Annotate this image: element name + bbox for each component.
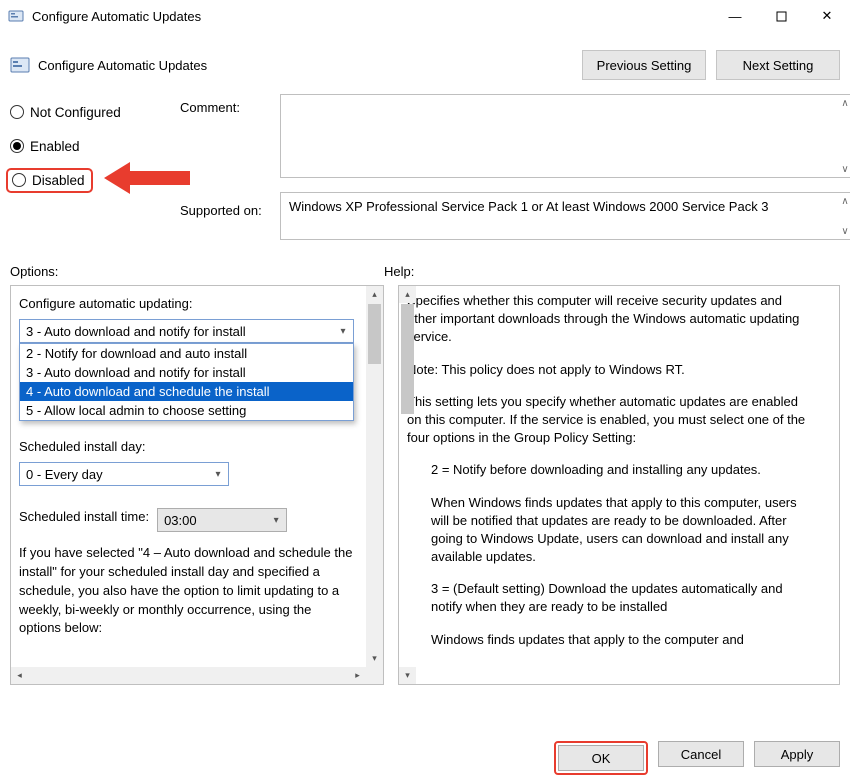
dialog-title: Configure Automatic Updates [38, 58, 207, 73]
next-setting-button[interactable]: Next Setting [716, 50, 840, 80]
help-text: Note: This policy does not apply to Wind… [407, 361, 814, 379]
configure-updating-combo[interactable]: 3 - Auto download and notify for install… [19, 319, 354, 343]
help-text: Specifies whether this computer will rec… [407, 292, 814, 347]
annotation-arrow [104, 158, 190, 198]
chevron-down-icon: ▾ [208, 469, 228, 480]
dropdown-option[interactable]: 5 - Allow local admin to choose setting [20, 401, 353, 420]
chevron-down-icon: ∨ [837, 224, 850, 238]
apply-button[interactable]: Apply [754, 741, 840, 767]
dropdown-option[interactable]: 2 - Notify for download and auto install [20, 344, 353, 363]
help-label: Help: [384, 264, 414, 279]
help-text: This setting lets you specify whether au… [407, 393, 814, 448]
configure-updating-dropdown: 2 - Notify for download and auto install… [19, 343, 354, 421]
close-button[interactable]: ✕ [804, 0, 850, 32]
state-area: Not Configured Enabled Disabled Comment:… [0, 90, 850, 240]
radio-disabled[interactable]: Disabled [6, 168, 93, 193]
cancel-button[interactable]: Cancel [658, 741, 744, 767]
supported-on-textbox: Windows XP Professional Service Pack 1 o… [280, 192, 850, 240]
supported-label: Supported on: [180, 203, 280, 218]
vertical-scrollbar[interactable]: ▴ ▾ [366, 286, 383, 667]
scheduled-time-label: Scheduled install time: [19, 509, 149, 524]
ok-highlight: OK [554, 741, 648, 775]
help-pane: Specifies whether this computer will rec… [398, 285, 840, 685]
chevron-right-icon: ▸ [349, 667, 366, 684]
comment-label: Comment: [180, 100, 280, 115]
scheduled-day-combo[interactable]: 0 - Every day ▾ [19, 462, 229, 486]
scheduled-day-label: Scheduled install day: [19, 439, 358, 454]
window-title: Configure Automatic Updates [32, 9, 712, 24]
horizontal-scrollbar[interactable]: ◂ ▸ [11, 667, 366, 684]
options-note: If you have selected "4 – Auto download … [19, 544, 358, 638]
help-text: Windows finds updates that apply to the … [407, 631, 814, 649]
scheduled-time-combo[interactable]: 03:00 ▾ [157, 508, 287, 532]
dialog-header: Configure Automatic Updates Previous Set… [0, 32, 850, 90]
chevron-down-icon: ▾ [366, 650, 383, 667]
maximize-button[interactable] [758, 0, 804, 32]
chevron-down-icon: ▾ [266, 515, 286, 526]
dialog-icon [10, 55, 30, 75]
chevron-up-icon: ▴ [399, 286, 416, 303]
help-text: When Windows finds updates that apply to… [407, 494, 814, 567]
chevron-down-icon: ▾ [333, 326, 353, 337]
previous-setting-button[interactable]: Previous Setting [582, 50, 706, 80]
comment-textbox[interactable]: ∧∨ [280, 94, 850, 178]
chevron-down-icon: ∨ [837, 162, 850, 176]
help-text: 3 = (Default setting) Download the updat… [407, 580, 814, 616]
chevron-down-icon: ▾ [399, 667, 416, 684]
dropdown-option[interactable]: 3 - Auto download and notify for install [20, 363, 353, 382]
help-text: 2 = Notify before downloading and instal… [407, 461, 814, 479]
ok-button[interactable]: OK [558, 745, 644, 771]
minimize-button[interactable]: — [712, 0, 758, 32]
scrollbar-thumb[interactable] [368, 304, 381, 364]
options-pane: Configure automatic updating: 3 - Auto d… [10, 285, 384, 685]
chevron-left-icon: ◂ [11, 667, 28, 684]
app-icon [8, 8, 24, 24]
dialog-footer: OK Cancel Apply [544, 741, 840, 775]
scrollbar[interactable]: ∧∨ [837, 96, 850, 176]
chevron-up-icon: ▴ [366, 286, 383, 303]
radio-not-configured[interactable]: Not Configured [10, 100, 170, 124]
dropdown-option[interactable]: 4 - Auto download and schedule the insta… [20, 382, 353, 401]
chevron-up-icon: ∧ [837, 96, 850, 110]
scrollbar-thumb[interactable] [401, 304, 414, 414]
window-controls: — ✕ [712, 0, 850, 32]
titlebar: Configure Automatic Updates — ✕ [0, 0, 850, 32]
configure-updating-label: Configure automatic updating: [19, 296, 358, 311]
chevron-up-icon: ∧ [837, 194, 850, 208]
scrollbar[interactable]: ∧∨ [837, 194, 850, 238]
radio-enabled[interactable]: Enabled [10, 134, 170, 158]
